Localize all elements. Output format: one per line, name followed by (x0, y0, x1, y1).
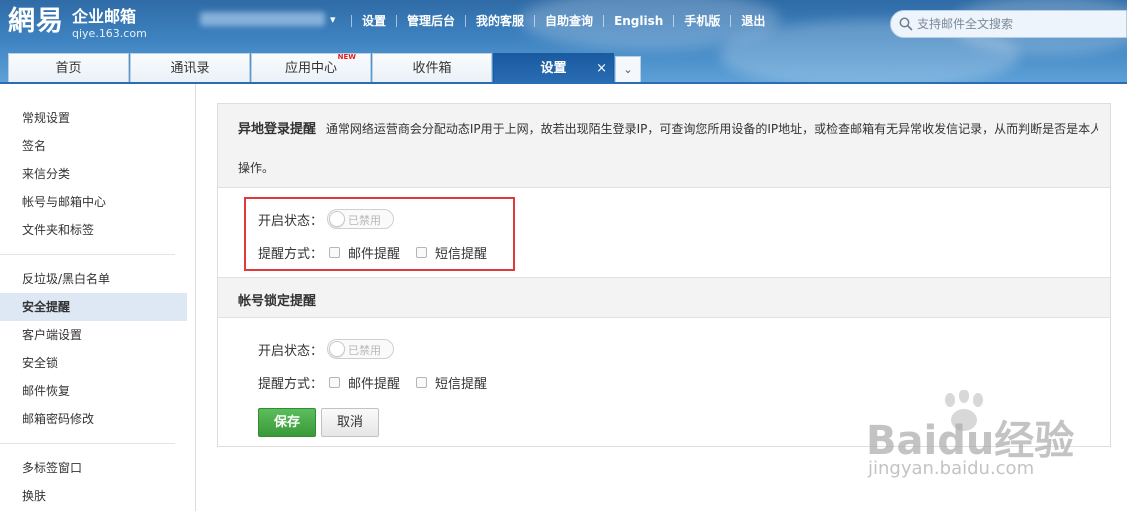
top-nav: 设置 管理后台 我的客服 自助查询 English 手机版 退出 (341, 12, 765, 29)
nav-support-link[interactable]: 我的客服 (476, 12, 524, 29)
sidebar-item-general[interactable]: 常规设置 (0, 104, 187, 132)
sidebar-item-folders-tags[interactable]: 文件夹和标签 (0, 216, 187, 244)
nav-separator (465, 14, 467, 27)
sidebar-group-misc: 多标签窗口 换肤 (0, 454, 195, 510)
tab-settings[interactable]: 设置 × (493, 53, 614, 84)
sms-remind-checkbox[interactable] (416, 377, 428, 388)
nav-separator (534, 14, 536, 27)
toggle-state-text: 已禁用 (348, 344, 382, 357)
nav-admin-link[interactable]: 管理后台 (407, 12, 455, 29)
sidebar-group-security: 反垃圾/黑白名单 安全提醒 客户端设置 安全锁 邮件恢复 邮箱密码修改 (0, 265, 195, 433)
account-name-blurred[interactable] (200, 12, 325, 26)
sidebar-item-account-center[interactable]: 帐号与邮箱中心 (0, 188, 187, 216)
section-title: 帐号锁定提醒 (238, 294, 317, 309)
tab-more-dropdown[interactable]: ⌄ (615, 56, 641, 84)
tab-label: 通讯录 (170, 61, 210, 76)
search-box (890, 10, 1127, 38)
cancel-button[interactable]: 取消 (321, 408, 379, 437)
sidebar-item-multi-tab[interactable]: 多标签窗口 (0, 454, 187, 482)
nav-settings-link[interactable]: 设置 (362, 12, 386, 29)
sidebar-item-password[interactable]: 邮箱密码修改 (0, 405, 187, 433)
sidebar-item-mail-recovery[interactable]: 邮件恢复 (0, 377, 187, 405)
new-badge: NEW (337, 53, 356, 61)
tab-contacts[interactable]: 通讯录 (130, 53, 250, 84)
tab-inbox[interactable]: 收件箱 (372, 53, 492, 84)
sidebar-item-mail-rules[interactable]: 来信分类 (0, 160, 187, 188)
section-remote-login-header: 异地登录提醒 通常网络运营商会分配动态IP用于上网，故若出现陌生登录IP，可查询… (218, 104, 1110, 188)
close-icon[interactable]: × (596, 54, 607, 83)
sidebar-item-client-settings[interactable]: 客户端设置 (0, 321, 187, 349)
nav-separator (673, 14, 675, 27)
logo-mark: 網易 (8, 6, 64, 37)
chevron-down-icon: ⌄ (623, 63, 633, 76)
sidebar-item-security-alert[interactable]: 安全提醒 (0, 293, 187, 321)
mail-remind-checkbox[interactable] (329, 377, 341, 388)
nav-logout-link[interactable]: 退出 (741, 12, 765, 29)
sidebar-item-skin[interactable]: 换肤 (0, 482, 187, 510)
tab-app-center[interactable]: 应用中心 NEW (251, 53, 371, 84)
logo-text: 企业邮箱 qiye.163.com (72, 7, 147, 40)
tab-bar: 首页 通讯录 应用中心 NEW 收件箱 设置 × ⌄ (8, 51, 641, 84)
highlight-box (244, 197, 515, 271)
watermark-url: jingyan.baidu.com (868, 458, 1035, 479)
nav-english-link[interactable]: English (614, 14, 663, 28)
sidebar-group-general: 常规设置 签名 来信分类 帐号与邮箱中心 文件夹和标签 (0, 104, 195, 244)
tab-home[interactable]: 首页 (8, 53, 129, 84)
sidebar-item-security-lock[interactable]: 安全锁 (0, 349, 187, 377)
tab-label: 设置 (540, 61, 567, 76)
status-label: 开启状态： (258, 343, 324, 359)
settings-sidebar: 常规设置 签名 来信分类 帐号与邮箱中心 文件夹和标签 反垃圾/黑白名单 安全提… (0, 84, 196, 511)
mail-remind-label[interactable]: 邮件提醒 (348, 373, 400, 392)
section-title: 异地登录提醒 (238, 122, 317, 137)
logo-domain: qiye.163.com (72, 27, 147, 40)
account-lock-status-row: 开启状态： 已禁用 (258, 339, 395, 359)
nav-separator (351, 14, 352, 27)
tab-label: 首页 (55, 61, 82, 76)
search-input[interactable] (917, 15, 1117, 33)
nav-separator (396, 14, 398, 27)
sms-remind-label[interactable]: 短信提醒 (435, 373, 487, 392)
tab-label: 收件箱 (412, 61, 452, 76)
search-icon[interactable] (899, 17, 913, 31)
logo[interactable]: 網易 企业邮箱 qiye.163.com (8, 4, 147, 40)
sidebar-item-signature[interactable]: 签名 (0, 132, 187, 160)
top-header: 網易 企业邮箱 qiye.163.com ▾ 设置 管理后台 我的客服 自助查询… (0, 0, 1127, 84)
nav-separator (603, 14, 605, 27)
nav-mobile-link[interactable]: 手机版 (684, 12, 720, 29)
section-description-cont: 操作。 (238, 161, 275, 175)
account-lock-method-row: 提醒方式： 邮件提醒 短信提醒 (258, 373, 487, 392)
account-lock-toggle[interactable]: 已禁用 (327, 339, 395, 359)
section-description: 通常网络运营商会分配动态IP用于上网，故若出现陌生登录IP，可查询您所用设备的I… (325, 122, 1098, 136)
chevron-down-icon[interactable]: ▾ (330, 13, 336, 26)
logo-title: 企业邮箱 (72, 7, 137, 26)
tab-label: 应用中心 (284, 61, 337, 76)
save-button[interactable]: 保存 (258, 408, 316, 437)
sidebar-item-antispam[interactable]: 反垃圾/黑白名单 (0, 265, 187, 293)
nav-separator (730, 14, 732, 27)
section-header-row: 异地登录提醒 通常网络运营商会分配动态IP用于上网，故若出现陌生登录IP，可查询… (238, 118, 1098, 137)
nav-self-query-link[interactable]: 自助查询 (545, 12, 593, 29)
section-account-lock-header: 帐号锁定提醒 (218, 277, 1110, 318)
toggle-knob (329, 341, 346, 357)
method-label: 提醒方式： (258, 377, 324, 392)
